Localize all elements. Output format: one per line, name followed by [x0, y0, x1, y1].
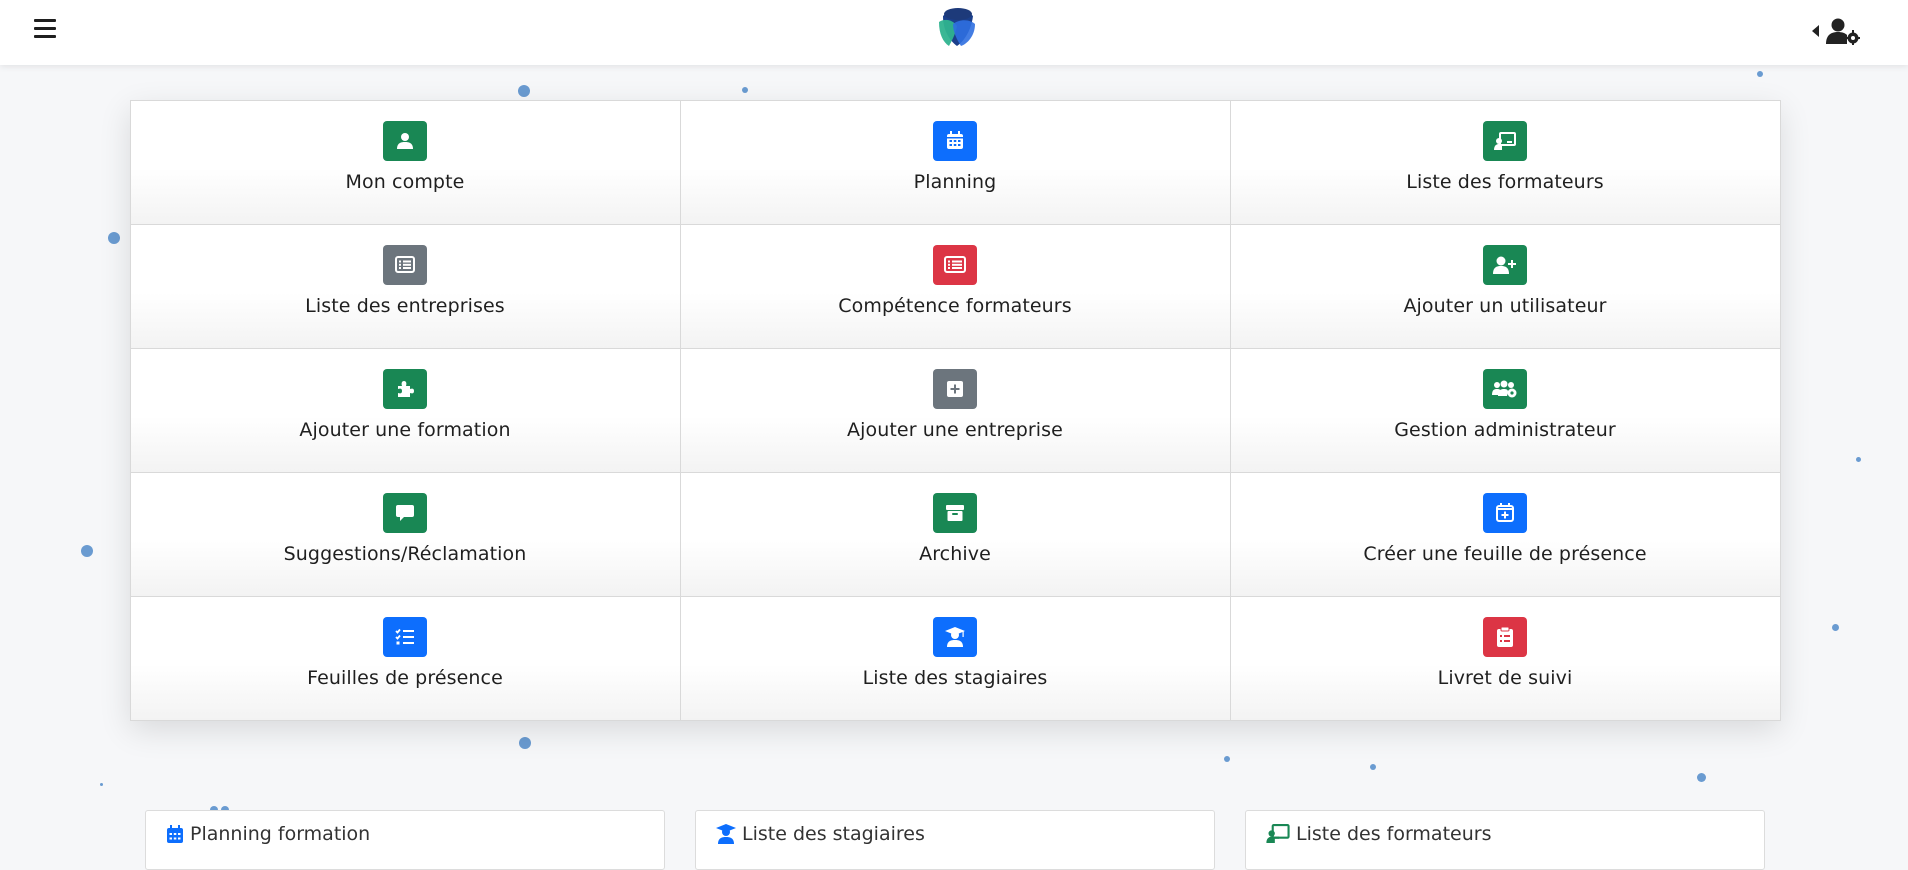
tile-label: Liste des stagiaires [862, 666, 1048, 689]
background-dot [1757, 71, 1763, 77]
dashboard-tile-grid: Mon compte Planning Liste des formateurs… [129, 99, 1781, 721]
user-settings-icon [1826, 18, 1860, 45]
card-planning-formation[interactable]: Planning formation [145, 810, 665, 870]
background-dot [1370, 764, 1376, 770]
hamburger-icon[interactable] [34, 19, 58, 41]
user-plus-icon [1483, 244, 1527, 285]
background-dot [1697, 773, 1706, 782]
tile-creer-une-feuille-de-presence[interactable]: Créer une feuille de présence [1229, 471, 1781, 597]
tile-feuilles-de-presence[interactable]: Feuilles de présence [129, 595, 681, 721]
calendar-plus-icon [1483, 492, 1527, 533]
tile-planning[interactable]: Planning [679, 99, 1231, 225]
clipboard-icon [1483, 616, 1527, 657]
list-check-icon [383, 616, 427, 657]
bottom-cards: Planning formation Liste des stagiaires … [145, 810, 1765, 870]
tile-label: Ajouter une formation [299, 418, 511, 441]
background-dot [1856, 457, 1861, 462]
background-dot [742, 87, 748, 93]
card-title: Planning formation [190, 823, 371, 845]
background-dot [100, 783, 103, 786]
calendar-icon [167, 825, 183, 843]
background-dot [81, 545, 93, 557]
background-dot [1224, 756, 1230, 762]
tile-label: Créer une feuille de présence [1363, 542, 1647, 565]
card-liste-des-formateurs[interactable]: Liste des formateurs [1245, 810, 1765, 870]
puzzle-icon [383, 368, 427, 409]
tile-label: Archive [919, 542, 991, 565]
background-dot [518, 85, 530, 97]
tile-ajouter-une-formation[interactable]: Ajouter une formation [129, 347, 681, 473]
chalkboard-teacher-icon [1266, 824, 1290, 843]
tile-competence-formateurs[interactable]: Compétence formateurs [679, 223, 1231, 349]
tile-label: Liste des entreprises [305, 294, 505, 317]
user-graduate-icon [716, 824, 736, 844]
user-graduate-icon [933, 616, 977, 657]
tile-label: Compétence formateurs [838, 294, 1072, 317]
tile-gestion-administrateur[interactable]: Gestion administrateur [1229, 347, 1781, 473]
tile-liste-des-entreprises[interactable]: Liste des entreprises [129, 223, 681, 349]
tile-label: Liste des formateurs [1406, 170, 1604, 193]
user-menu[interactable] [1812, 16, 1860, 46]
tile-label: Planning [913, 170, 997, 193]
tile-label: Livret de suivi [1437, 666, 1573, 689]
tile-mon-compte[interactable]: Mon compte [129, 99, 681, 225]
tile-suggestions-reclamation[interactable]: Suggestions/Réclamation [129, 471, 681, 597]
calendar-icon [933, 120, 977, 161]
tile-label: Mon compte [345, 170, 465, 193]
tile-archive[interactable]: Archive [679, 471, 1231, 597]
tile-label: Ajouter une entreprise [847, 418, 1063, 441]
background-dot [1832, 624, 1839, 631]
plus-square-icon [933, 368, 977, 409]
caret-left-icon [1812, 25, 1819, 37]
card-title: Liste des stagiaires [742, 823, 925, 845]
chalkboard-teacher-icon [1483, 120, 1527, 161]
tile-ajouter-une-entreprise[interactable]: Ajouter une entreprise [679, 347, 1231, 473]
card-liste-des-stagiaires[interactable]: Liste des stagiaires [695, 810, 1215, 870]
tile-label: Gestion administrateur [1394, 418, 1616, 441]
tile-liste-des-formateurs[interactable]: Liste des formateurs [1229, 99, 1781, 225]
card-title: Liste des formateurs [1296, 823, 1492, 845]
tile-livret-de-suivi[interactable]: Livret de suivi [1229, 595, 1781, 721]
comment-icon [383, 492, 427, 533]
users-gear-icon [1483, 368, 1527, 409]
tile-liste-des-stagiaires[interactable]: Liste des stagiaires [679, 595, 1231, 721]
tile-ajouter-un-utilisateur[interactable]: Ajouter un utilisateur [1229, 223, 1781, 349]
tile-label: Suggestions/Réclamation [283, 542, 527, 565]
list-icon [383, 244, 427, 285]
tile-label: Feuilles de présence [307, 666, 503, 689]
tile-label: Ajouter un utilisateur [1403, 294, 1607, 317]
top-navbar [0, 0, 1908, 65]
app-logo[interactable] [933, 6, 981, 50]
background-dot [519, 737, 531, 749]
rectangle-list-icon [933, 244, 977, 285]
archive-icon [933, 492, 977, 533]
user-icon [383, 120, 427, 161]
background-dot [108, 232, 120, 244]
